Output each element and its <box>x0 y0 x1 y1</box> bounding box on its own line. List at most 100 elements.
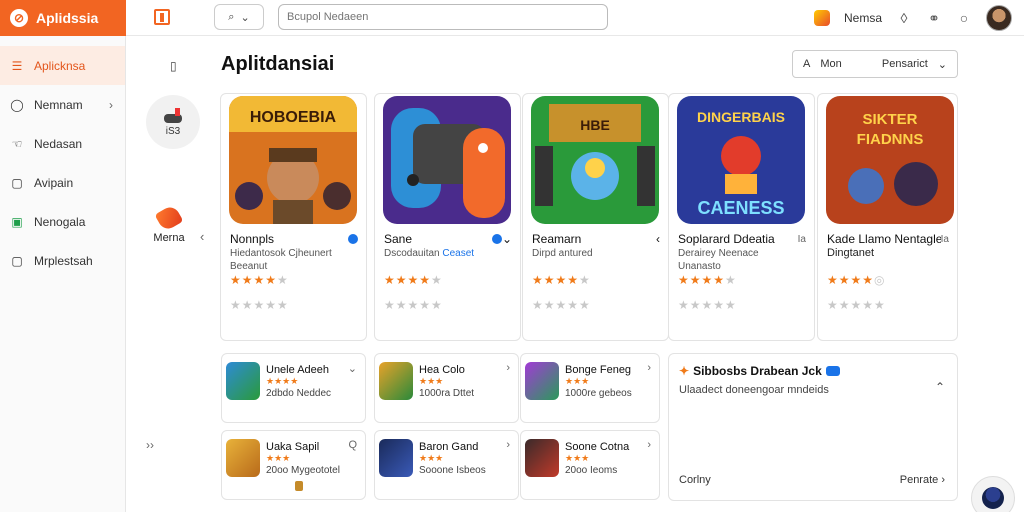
user-rating-stars[interactable]: ★★★★★ <box>532 298 591 312</box>
user-rating-stars[interactable]: ★★★★★ <box>827 298 886 312</box>
sidebar-item-frames[interactable]: ▢ Mrplestsah <box>0 241 125 280</box>
friends-icon[interactable]: ⚭ <box>926 10 942 26</box>
panel-title: Sibbosbs Drabean Jck <box>693 364 822 378</box>
rating-stars: ★★★★★ <box>384 273 443 287</box>
chevron-right-icon: › <box>109 97 113 112</box>
collapse-button[interactable]: ⌃ <box>935 380 945 394</box>
app-thumbnail <box>525 362 559 400</box>
chevron-right-icon: › <box>941 474 945 486</box>
chevron-down-icon[interactable]: ⌄ <box>348 362 357 375</box>
app-desc-line: Dingtanet <box>827 247 875 259</box>
panel-subtitle: Ulaadect doneengoar mndeids <box>679 384 829 396</box>
rating-stars: ★★★ <box>419 453 444 463</box>
category-button[interactable]: iS3 <box>146 95 200 149</box>
coin-icon[interactable] <box>813 10 830 26</box>
app-card[interactable]: HOBOEBIA Nonnpls Hiedantosok Cjheunert B… <box>220 93 367 341</box>
user-name[interactable]: Nemsa <box>844 11 882 25</box>
flame-icon[interactable]: ◊ <box>896 10 912 26</box>
more-icon[interactable]: Ia <box>941 234 949 245</box>
app-title: Soplarard Ddeatia <box>678 232 775 246</box>
app-card[interactable]: SIKTER FIADNNS Kade Llamo Nentagle Ia Di… <box>817 93 958 341</box>
app-art-adventure: HOBOEBIA <box>229 96 357 224</box>
more-icon[interactable]: Ia <box>798 234 806 245</box>
sidebar-item-label: Mrplestsah <box>34 253 93 268</box>
app-art-chest: HBE <box>531 96 659 224</box>
list-item[interactable]: Unele Adeeh ★★★★ 2dbdo Neddec ⌄ <box>221 353 366 423</box>
scroll-left-button[interactable]: ‹ <box>200 229 204 244</box>
sidebar-item-label: Nedasan <box>34 136 83 151</box>
panel-left-link[interactable]: Corlny <box>679 474 711 486</box>
app-title-row: Kade Llamo Nentagle Ia <box>827 232 949 246</box>
filter-button[interactable]: ⌕ ⌄ <box>214 4 264 30</box>
app-description: Dingtanet <box>827 247 951 260</box>
verified-icon <box>348 234 358 244</box>
app-art-battle: SIKTER FIADNNS <box>826 96 954 224</box>
brush-category[interactable]: Merna <box>144 203 194 244</box>
app-title: Sane <box>384 232 413 246</box>
chevron-down-icon[interactable]: ⌄ <box>502 232 512 246</box>
circle-icon[interactable]: ○ <box>956 10 972 26</box>
list-item[interactable]: Soone Cotna ★★★ 20oo Ieoms › <box>520 430 660 500</box>
book-icon[interactable] <box>154 9 170 25</box>
chevron-right-icon[interactable]: › <box>647 362 651 374</box>
sidebar-item-apps[interactable]: ▣ Nenogala <box>0 202 125 241</box>
svg-text:CAENESS: CAENESS <box>697 198 784 218</box>
phone-icon[interactable]: ▯ <box>170 59 177 73</box>
sidebar-item-messages[interactable]: ◯ Nemnam › <box>0 85 125 124</box>
comment-icon[interactable]: Q <box>348 439 357 451</box>
app-title-row: Soplarard Ddeatia Ia <box>678 232 806 246</box>
verified-icon <box>825 366 840 376</box>
list-item[interactable]: Hea Colo ★★★ 1000ra Dttet › <box>374 353 519 423</box>
expand-button[interactable]: ›› <box>146 438 154 452</box>
sidebar-item-applications[interactable]: ☰ Aplicknsa <box>0 46 125 85</box>
app-title-row: Nonnpls <box>230 232 358 246</box>
game-pad-icon <box>164 107 182 123</box>
svg-text:SIKTER: SIKTER <box>862 111 917 128</box>
rating-stars: ★★★ <box>419 376 444 386</box>
list-item[interactable]: Baron Gand ★★★ Sooone Isbeos › <box>374 430 519 500</box>
list-item-title: Soone Cotna <box>565 441 630 453</box>
top-bar: ⊘ Aplidssia ⌕ ⌄ Nemsa ◊ ⚭ ○ <box>0 0 1024 36</box>
app-card[interactable]: Sane ⌄ Dscodauitan Ceaset ★★★★★ ★★★★★ <box>374 93 521 341</box>
list-item[interactable]: Bonge Feneg ★★★ 1000re gebeos › <box>520 353 660 423</box>
app-title-row: Reamarn ‹ <box>532 232 660 246</box>
app-link[interactable]: Ceaset <box>442 248 474 259</box>
app-description: Hiedantosok Cjheunert Beeanut <box>230 247 360 273</box>
chevron-right-icon[interactable]: › <box>506 362 510 374</box>
app-desc-line: Dscodauitan <box>384 248 440 259</box>
app-thumbnail <box>226 439 260 477</box>
sort-dropdown[interactable]: A Mon Pensarict ⌄ <box>792 50 958 78</box>
app-description: Dirpd antured <box>532 247 662 260</box>
user-rating-stars[interactable]: ★★★★★ <box>384 298 443 312</box>
sidebar-item-hand[interactable]: ☜ Nedasan <box>0 124 125 163</box>
sidebar-item-label: Nemnam <box>34 97 83 112</box>
sidebar-item-documents[interactable]: ▢ Avipain <box>0 163 125 202</box>
list-item-subtitle: 1000re gebeos <box>565 388 632 399</box>
app-icon: ▣ <box>11 214 23 229</box>
chevron-left-icon[interactable]: ‹ <box>656 232 660 246</box>
chat-icon: ◯ <box>10 97 24 112</box>
chevron-right-icon[interactable]: › <box>506 439 510 451</box>
assistant-button[interactable] <box>971 476 1015 512</box>
sort-icon: A <box>803 58 811 70</box>
brand[interactable]: ⊘ Aplidssia <box>0 0 126 36</box>
user-rating-stars[interactable]: ★★★★★ <box>230 298 289 312</box>
app-card[interactable]: DINGERBAIS CAENESS Soplarard Ddeatia Ia … <box>668 93 815 341</box>
chevron-right-icon[interactable]: › <box>647 439 651 451</box>
rating-stars: ★★★★★ <box>230 273 289 287</box>
panel-right-link[interactable]: Penrate › <box>900 474 945 486</box>
brush-icon <box>154 203 184 233</box>
search-box[interactable] <box>278 4 608 30</box>
list-item-subtitle: 2dbdo Neddec <box>266 388 332 399</box>
search-input[interactable] <box>287 11 607 23</box>
svg-text:FIADNNS: FIADNNS <box>857 131 924 148</box>
app-title: Reamarn <box>532 232 582 246</box>
sort-value: Pensarict <box>881 58 928 70</box>
app-thumbnail <box>379 439 413 477</box>
user-rating-stars[interactable]: ★★★★★ <box>678 298 737 312</box>
list-item[interactable]: Uaka Sapil ★★★ 20oo Mygeototel Q <box>221 430 366 500</box>
app-card[interactable]: HBE Reamarn ‹ Dirpd antured ★★★★★ ★★★★★ <box>522 93 669 341</box>
svg-text:DINGERBAIS: DINGERBAIS <box>697 109 785 125</box>
avatar[interactable] <box>986 5 1012 31</box>
app-description: Dscodauitan Ceaset <box>384 247 514 260</box>
